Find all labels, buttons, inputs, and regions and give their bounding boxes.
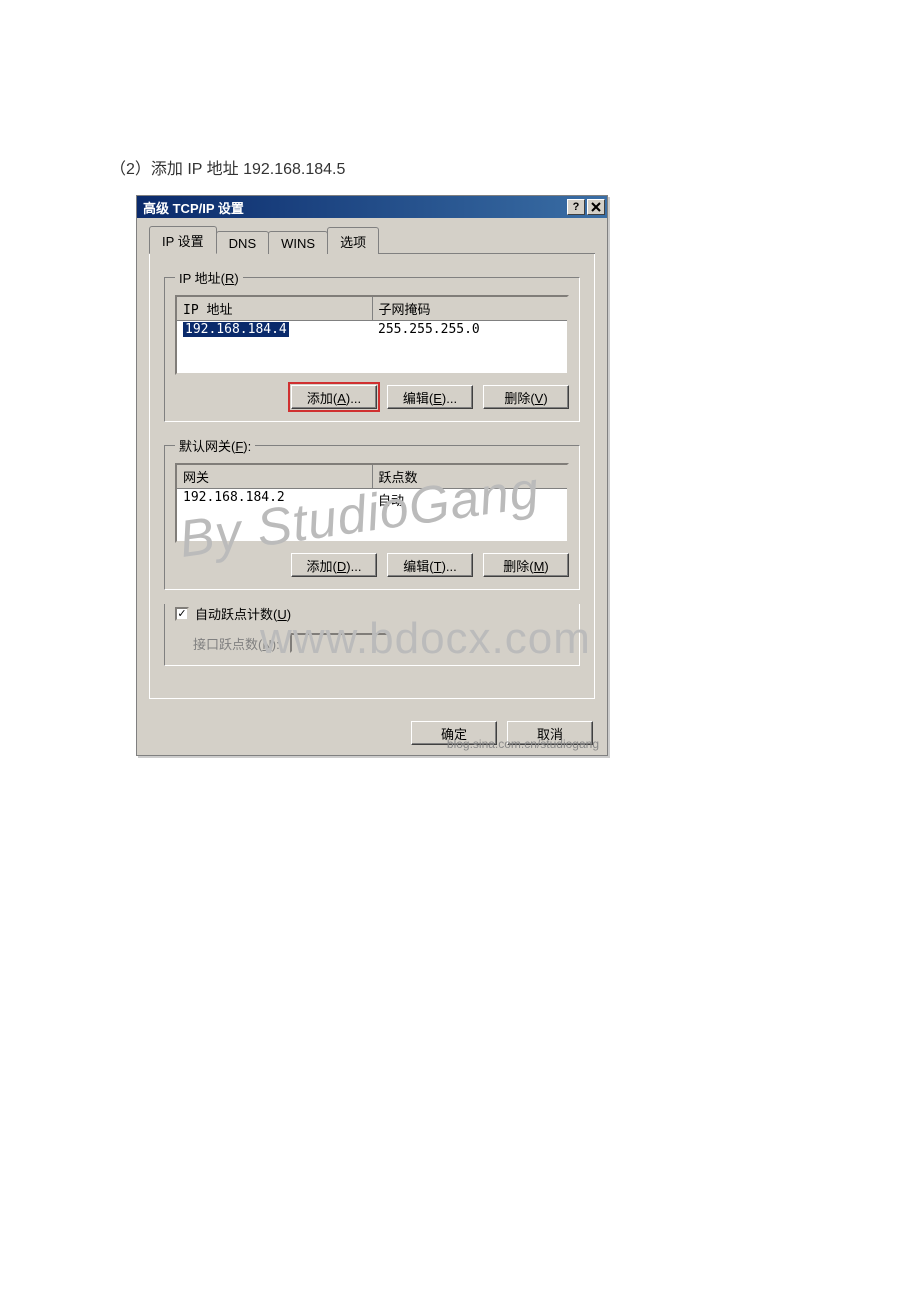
page-caption: （2）添加 IP 地址 192.168.184.5 [110, 155, 345, 179]
gw-delete-button[interactable]: 删除(M) [483, 553, 569, 577]
auto-metric-label: 自动跃点计数(U) [195, 604, 291, 623]
blog-watermark: blog.sina.com.cn/studiogang [447, 737, 599, 751]
close-icon [591, 202, 601, 212]
ip-cell: 192.168.184.4 [183, 322, 289, 337]
ip-col-header: IP 地址 [177, 297, 373, 320]
gw-col-header: 网关 [177, 465, 373, 488]
gw-group-legend: 默认网关(F): [175, 436, 255, 455]
ip-group-legend: IP 地址(R) [175, 268, 243, 287]
gateway-group: 默认网关(F): 网关 跃点数 192.168.184.2 自动 添加(D)..… [164, 436, 580, 590]
tab-wins[interactable]: WINS [268, 231, 328, 254]
metric-group: ✓ 自动跃点计数(U) 接口跃点数(N): [164, 604, 580, 666]
ip-address-list[interactable]: IP 地址 子网掩码 192.168.184.4 255.255.255.0 [175, 295, 569, 375]
dialog-titlebar: 高级 TCP/IP 设置 ? [137, 196, 607, 218]
list-item[interactable]: 192.168.184.2 自动 [177, 489, 567, 510]
gw-cell: 192.168.184.2 [177, 489, 372, 510]
list-item[interactable]: 192.168.184.4 255.255.255.0 [177, 321, 567, 338]
metric-col-header: 跃点数 [373, 465, 568, 488]
auto-metric-checkbox[interactable]: ✓ [175, 607, 189, 621]
gateway-list[interactable]: 网关 跃点数 192.168.184.2 自动 [175, 463, 569, 543]
tab-options[interactable]: 选项 [327, 227, 379, 254]
advanced-tcpip-dialog: 高级 TCP/IP 设置 ? IP 设置 DNS WINS 选项 IP 地址(R… [136, 195, 608, 756]
mask-col-header: 子网掩码 [373, 297, 568, 320]
ip-edit-button[interactable]: 编辑(E)... [387, 385, 473, 409]
iface-metric-label: 接口跃点数(N): [193, 634, 280, 653]
ip-delete-button[interactable]: 删除(V) [483, 385, 569, 409]
mask-cell: 255.255.255.0 [372, 321, 567, 338]
dialog-title: 高级 TCP/IP 设置 [143, 198, 567, 217]
gw-edit-button[interactable]: 编辑(T)... [387, 553, 473, 577]
tab-dns[interactable]: DNS [216, 231, 269, 254]
ip-address-group: IP 地址(R) IP 地址 子网掩码 192.168.184.4 255.25… [164, 268, 580, 422]
ip-add-button[interactable]: 添加(A)... [291, 385, 377, 409]
gw-metric-cell: 自动 [372, 489, 567, 510]
help-button[interactable]: ? [567, 199, 585, 215]
gw-add-button[interactable]: 添加(D)... [291, 553, 377, 577]
tab-ip-settings[interactable]: IP 设置 [149, 226, 217, 254]
close-button[interactable] [587, 199, 605, 215]
iface-metric-input [290, 633, 390, 653]
tab-strip: IP 设置 DNS WINS 选项 [149, 228, 595, 254]
tab-panel-ip: IP 地址(R) IP 地址 子网掩码 192.168.184.4 255.25… [149, 254, 595, 699]
